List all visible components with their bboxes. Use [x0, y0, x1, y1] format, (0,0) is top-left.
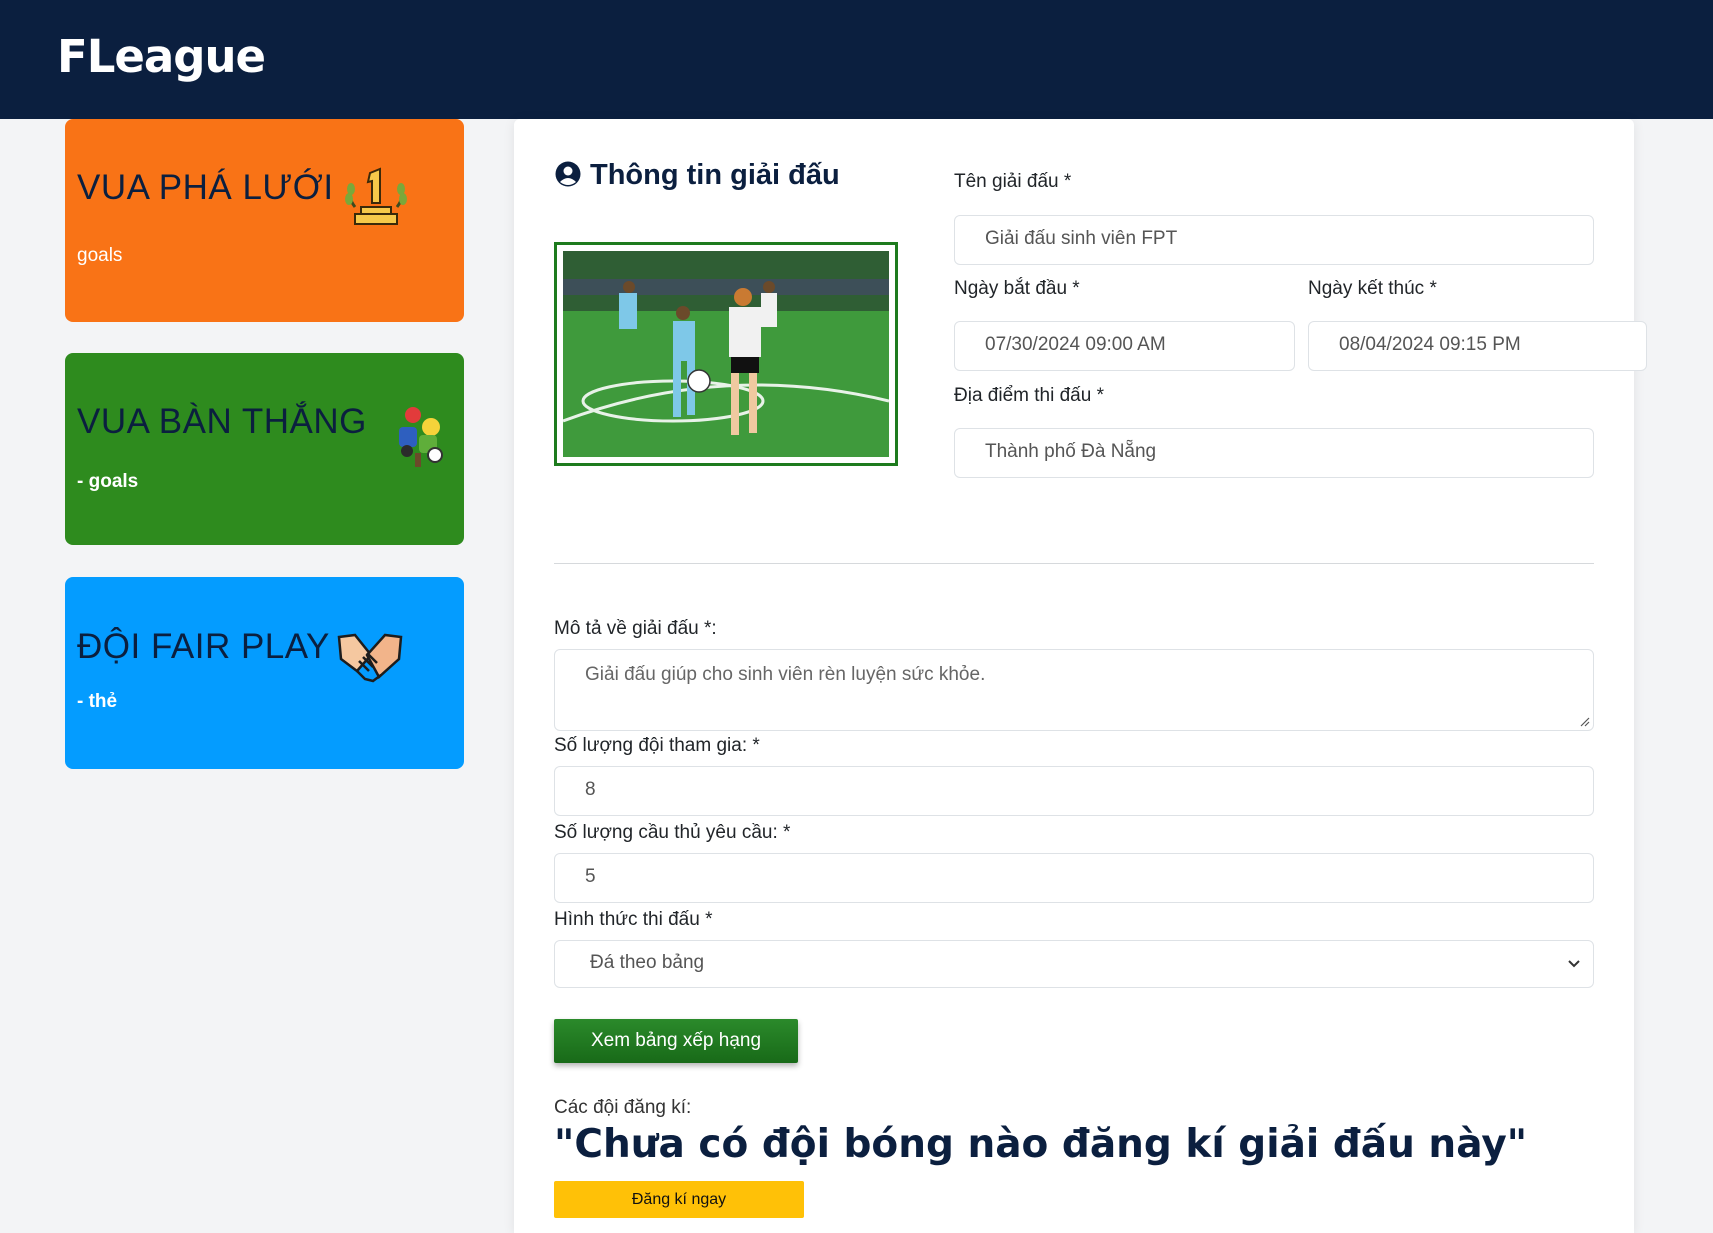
location-label: Địa điểm thi đấu * — [954, 385, 1104, 406]
players-count-input[interactable]: 5 — [554, 853, 1594, 903]
divider — [554, 563, 1594, 564]
card-title: ĐỘI FAIR PLAY — [77, 627, 330, 666]
start-date-label: Ngày bắt đầu * — [954, 278, 1080, 299]
user-circle-icon — [555, 161, 581, 187]
format-label: Hình thức thi đấu * — [554, 909, 713, 930]
card-subtitle: - goals — [77, 471, 139, 492]
chevron-down-icon — [1568, 960, 1580, 968]
end-date-label: Ngày kết thúc * — [1308, 278, 1437, 299]
most-goals-card[interactable]: VUA BÀN THẮNG - goals — [65, 353, 464, 545]
format-selected-value: Đá theo bảng — [590, 952, 705, 973]
resize-handle-icon[interactable] — [1578, 715, 1590, 727]
tournament-image[interactable] — [554, 242, 898, 466]
soccer-players-icon — [391, 403, 451, 474]
teams-count-input[interactable]: 8 — [554, 766, 1594, 816]
section-title-text: Thông tin giải đấu — [590, 159, 840, 191]
card-title: VUA BÀN THẮNG — [77, 402, 367, 441]
brand-logo[interactable]: FLeague — [57, 30, 266, 83]
location-input[interactable]: Thành phố Đà Nẵng — [954, 428, 1594, 478]
registered-teams-label: Các đội đăng kí: — [554, 1097, 692, 1118]
top-scorer-card[interactable]: VUA PHÁ LƯỚI goals — [65, 119, 464, 322]
description-text: Giải đấu giúp cho sinh viên rèn luyện sứ… — [585, 664, 986, 685]
tournament-info-panel: Thông tin giải đấu Tên giải đấu * Giải đ… — [514, 119, 1647, 1233]
trophy-icon — [343, 167, 409, 234]
description-textarea[interactable]: Giải đấu giúp cho sinh viên rèn luyện sứ… — [554, 649, 1594, 731]
view-standings-button[interactable]: Xem bảng xếp hạng — [554, 1019, 798, 1063]
format-select[interactable]: Đá theo bảng — [554, 940, 1594, 988]
players-count-label: Số lượng cầu thủ yêu cầu: * — [554, 822, 791, 843]
no-teams-message: "Chưa có đội bóng nào đăng kí giải đấu n… — [554, 1122, 1528, 1167]
start-date-input[interactable]: 07/30/2024 09:00 AM — [954, 321, 1295, 371]
fair-play-card[interactable]: ĐỘI FAIR PLAY - thẻ — [65, 577, 464, 769]
handshake-icon — [337, 625, 403, 696]
register-now-button[interactable]: Đăng kí ngay — [554, 1181, 804, 1218]
teams-count-label: Số lượng đội tham gia: * — [554, 735, 760, 756]
top-navbar: FLeague — [0, 0, 1713, 119]
card-subtitle: goals — [77, 245, 123, 266]
card-subtitle: - thẻ — [77, 691, 118, 712]
section-title: Thông tin giải đấu — [554, 159, 840, 192]
name-label: Tên giải đấu * — [954, 171, 1072, 192]
card-title: VUA PHÁ LƯỚI — [77, 168, 334, 207]
description-label: Mô tả về giải đấu *: — [554, 618, 717, 639]
end-date-input[interactable]: 08/04/2024 09:15 PM — [1308, 321, 1647, 371]
tournament-name-input[interactable]: Giải đấu sinh viên FPT — [954, 215, 1594, 265]
